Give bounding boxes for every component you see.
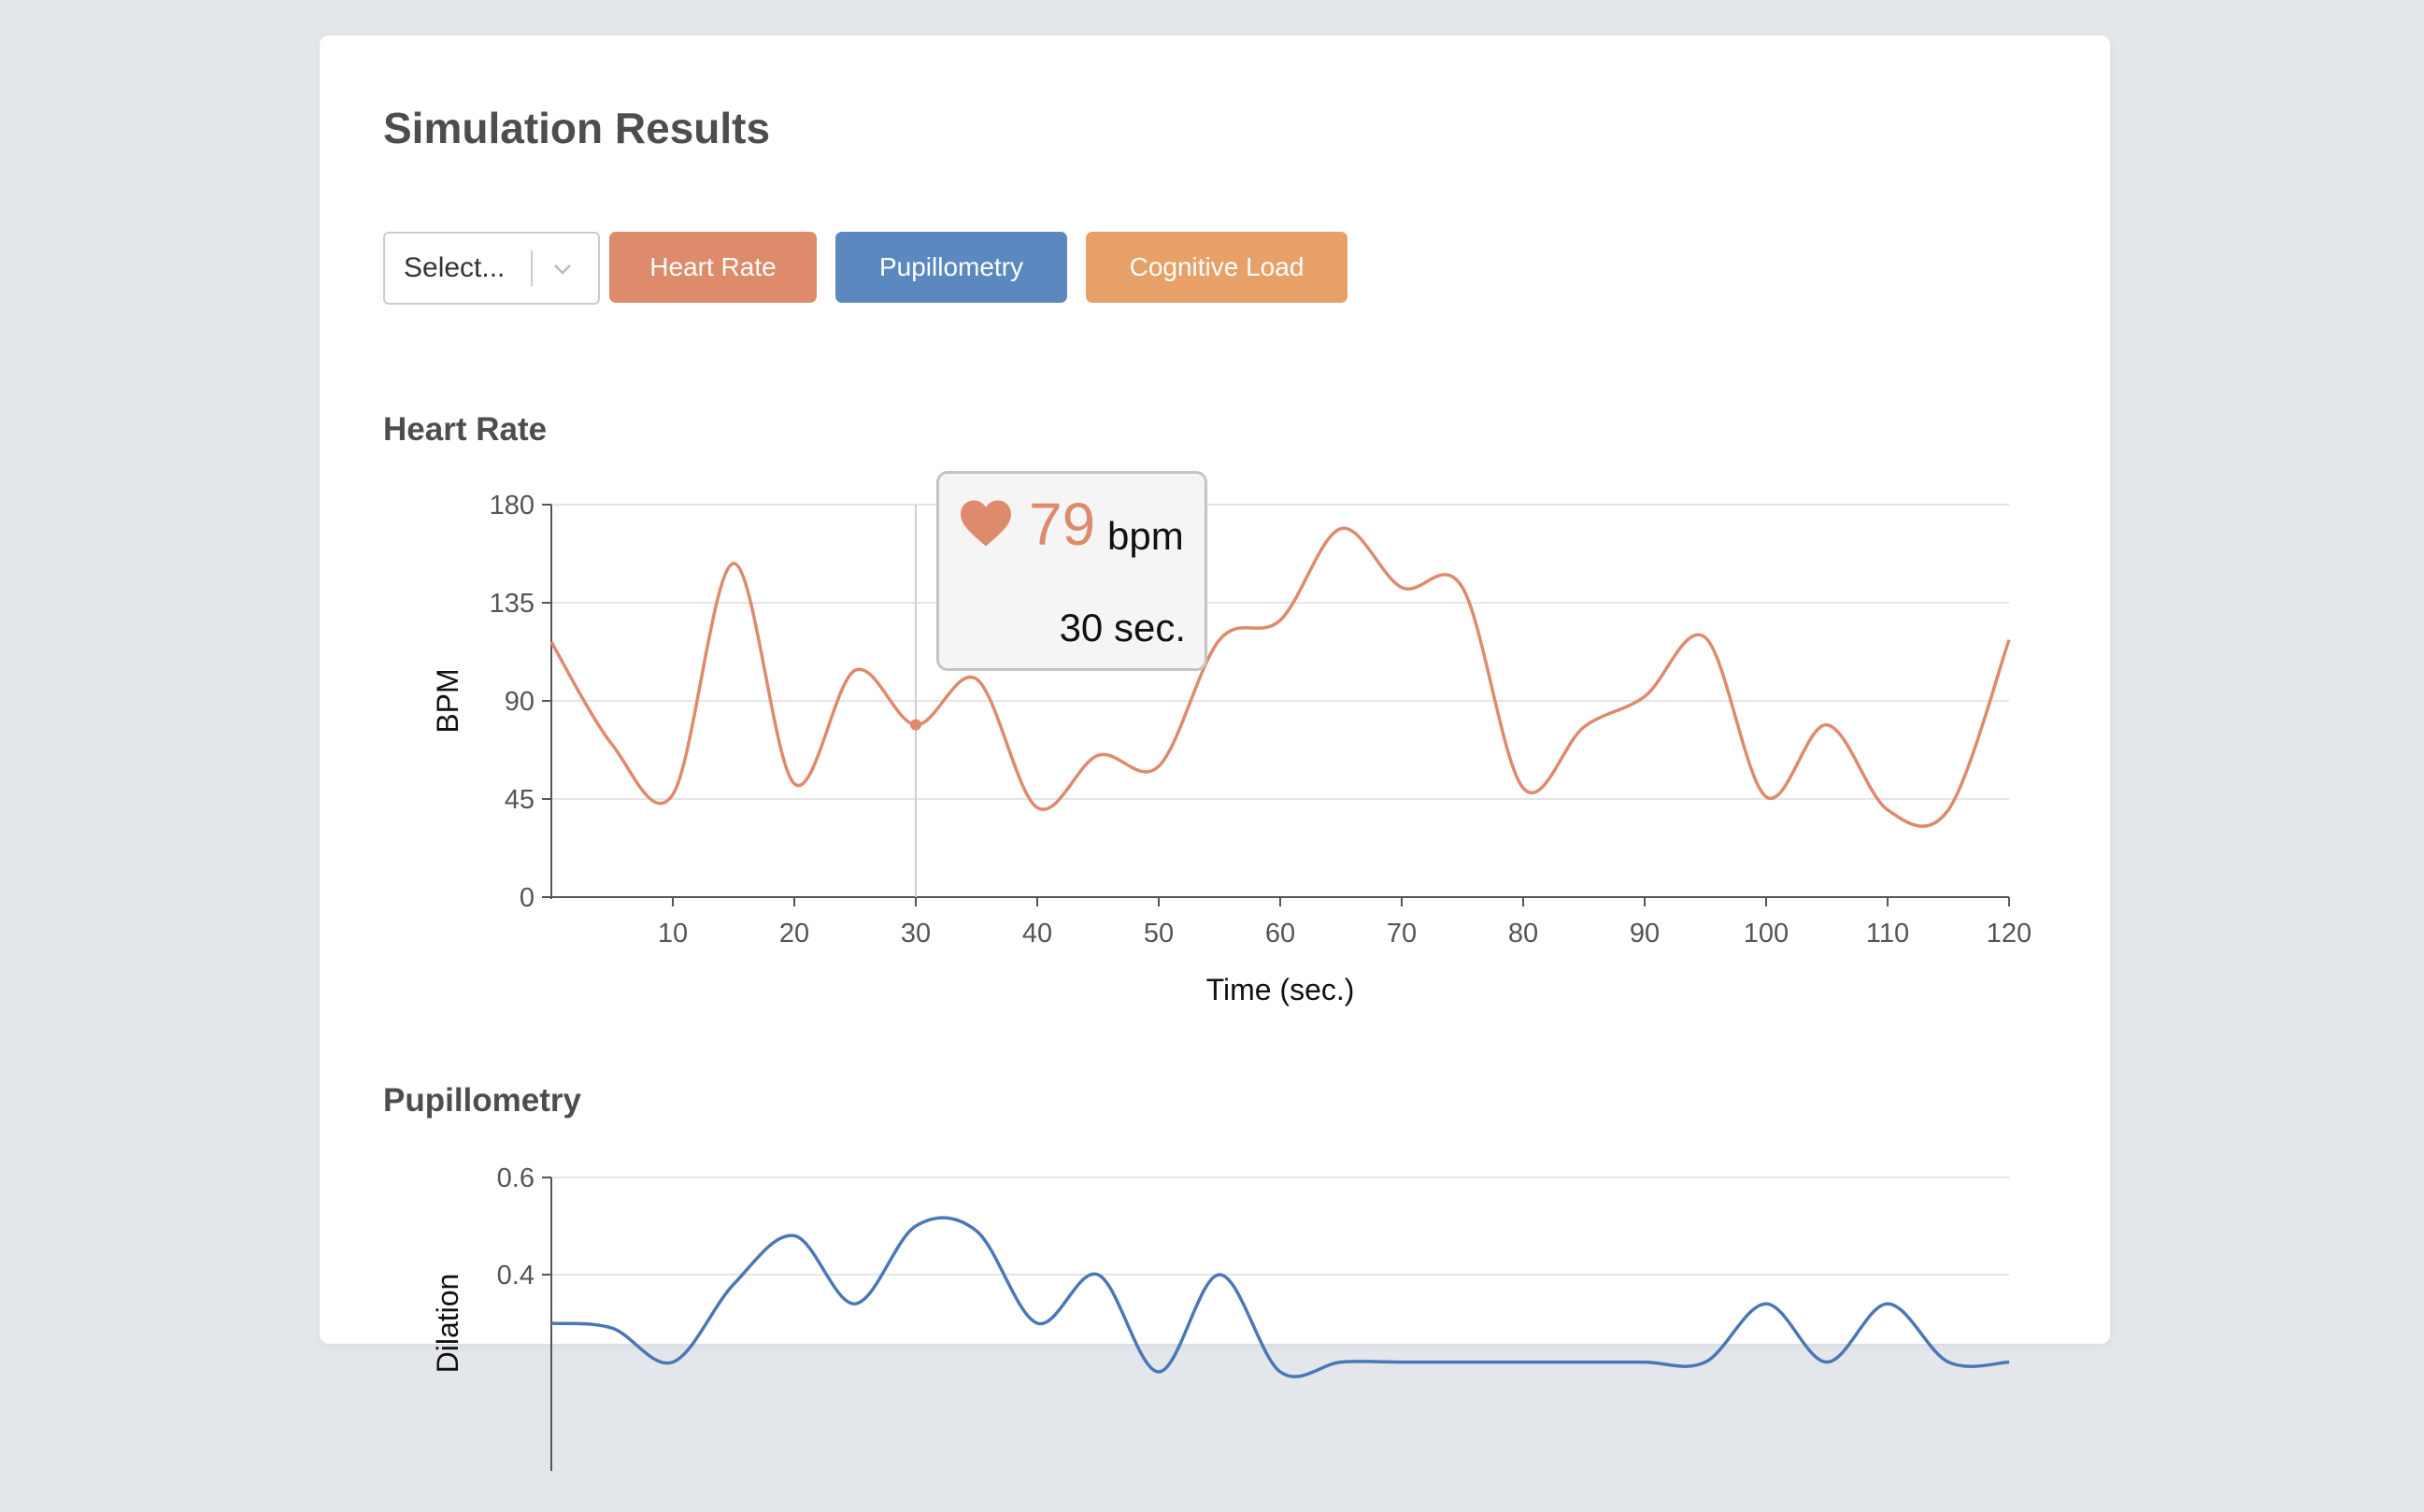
- x-tick-label: 30: [901, 919, 931, 949]
- x-axis-title: Time (sec.): [1206, 973, 1355, 1006]
- y-tick-label: 0: [520, 883, 535, 913]
- chart-tooltip: 79 bpm 30 sec.: [936, 471, 1207, 671]
- results-card: Simulation Results Select... Heart Rate …: [320, 36, 2110, 1471]
- select-value: Select...: [404, 252, 506, 283]
- y-tick-label: 0.6: [497, 1163, 535, 1193]
- y-tick-label: 135: [490, 589, 535, 619]
- heart-rate-title: Heart Rate: [383, 411, 548, 448]
- pupillometry-button[interactable]: Pupillometry: [835, 232, 1067, 303]
- select-separator: [531, 250, 533, 286]
- x-tick-label: 110: [1866, 919, 1909, 949]
- heart-icon: [961, 500, 1011, 547]
- pupillometry-chart: 0.4 0.6 Dilation: [431, 1163, 2010, 1471]
- x-tick-label: 10: [658, 919, 688, 949]
- x-tick-label: 40: [1022, 919, 1052, 949]
- chevron-down-icon[interactable]: [551, 258, 574, 280]
- x-tick-label: 60: [1265, 919, 1295, 949]
- y-axis-title: Dilation: [431, 1274, 464, 1374]
- page-title: Simulation Results: [383, 104, 771, 152]
- x-tick-label: 20: [779, 919, 809, 949]
- heart-rate-chart: 0 45 90 135 180 BPM 10 20 30 40 50 60 70 80 90 100 110 12…: [431, 491, 2032, 1006]
- x-tick-label: 50: [1144, 919, 1174, 949]
- chart-select[interactable]: Select...: [383, 232, 600, 305]
- tooltip-time: 30 sec.: [1059, 606, 1186, 649]
- pupillometry-title: Pupillometry: [383, 1082, 581, 1119]
- heart-rate-button[interactable]: Heart Rate: [609, 232, 817, 303]
- hover-point: [910, 719, 921, 731]
- x-tick-label: 100: [1744, 919, 1789, 949]
- cognitive-load-button[interactable]: Cognitive Load: [1086, 232, 1347, 303]
- series-line: [550, 1216, 2010, 1378]
- tooltip-value: 79: [1029, 491, 1096, 558]
- x-tick-label: 70: [1387, 919, 1417, 949]
- x-tick-label: 120: [1987, 919, 2032, 949]
- x-tick-label: 90: [1630, 919, 1660, 949]
- y-tick-label: 90: [505, 687, 535, 717]
- x-tick-label: 80: [1508, 919, 1538, 949]
- series-line: [549, 526, 2011, 828]
- y-tick-label: 0.4: [497, 1261, 535, 1291]
- y-tick-label: 180: [490, 491, 535, 521]
- y-axis-title: BPM: [431, 668, 464, 733]
- y-tick-label: 45: [505, 785, 535, 815]
- tooltip-unit: bpm: [1107, 514, 1184, 558]
